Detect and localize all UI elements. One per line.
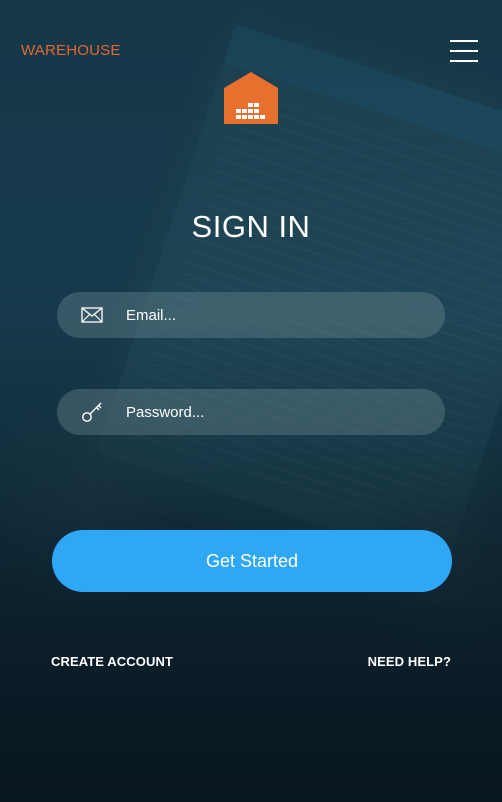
menu-line (450, 50, 478, 52)
email-input[interactable] (126, 306, 426, 324)
password-input[interactable] (126, 403, 426, 421)
key-icon (80, 400, 104, 424)
envelope-icon (80, 303, 104, 327)
sign-in-title: SIGN IN (191, 209, 311, 244)
menu-line (450, 60, 478, 62)
need-help-link[interactable]: NEED HELP? (368, 654, 451, 669)
create-account-link[interactable]: CREATE ACCOUNT (51, 654, 173, 669)
brand-name: WAREHOUSE (21, 42, 121, 59)
sign-in-screen: WAREHOUSE SIGN IN Email... Get Started C… (0, 0, 502, 802)
get-started-button[interactable]: Get Started (52, 530, 452, 592)
email-field[interactable] (57, 292, 445, 338)
password-field[interactable] (57, 389, 445, 435)
hamburger-menu-icon[interactable] (450, 40, 478, 62)
menu-line (450, 40, 478, 42)
warehouse-logo-icon (224, 72, 278, 124)
